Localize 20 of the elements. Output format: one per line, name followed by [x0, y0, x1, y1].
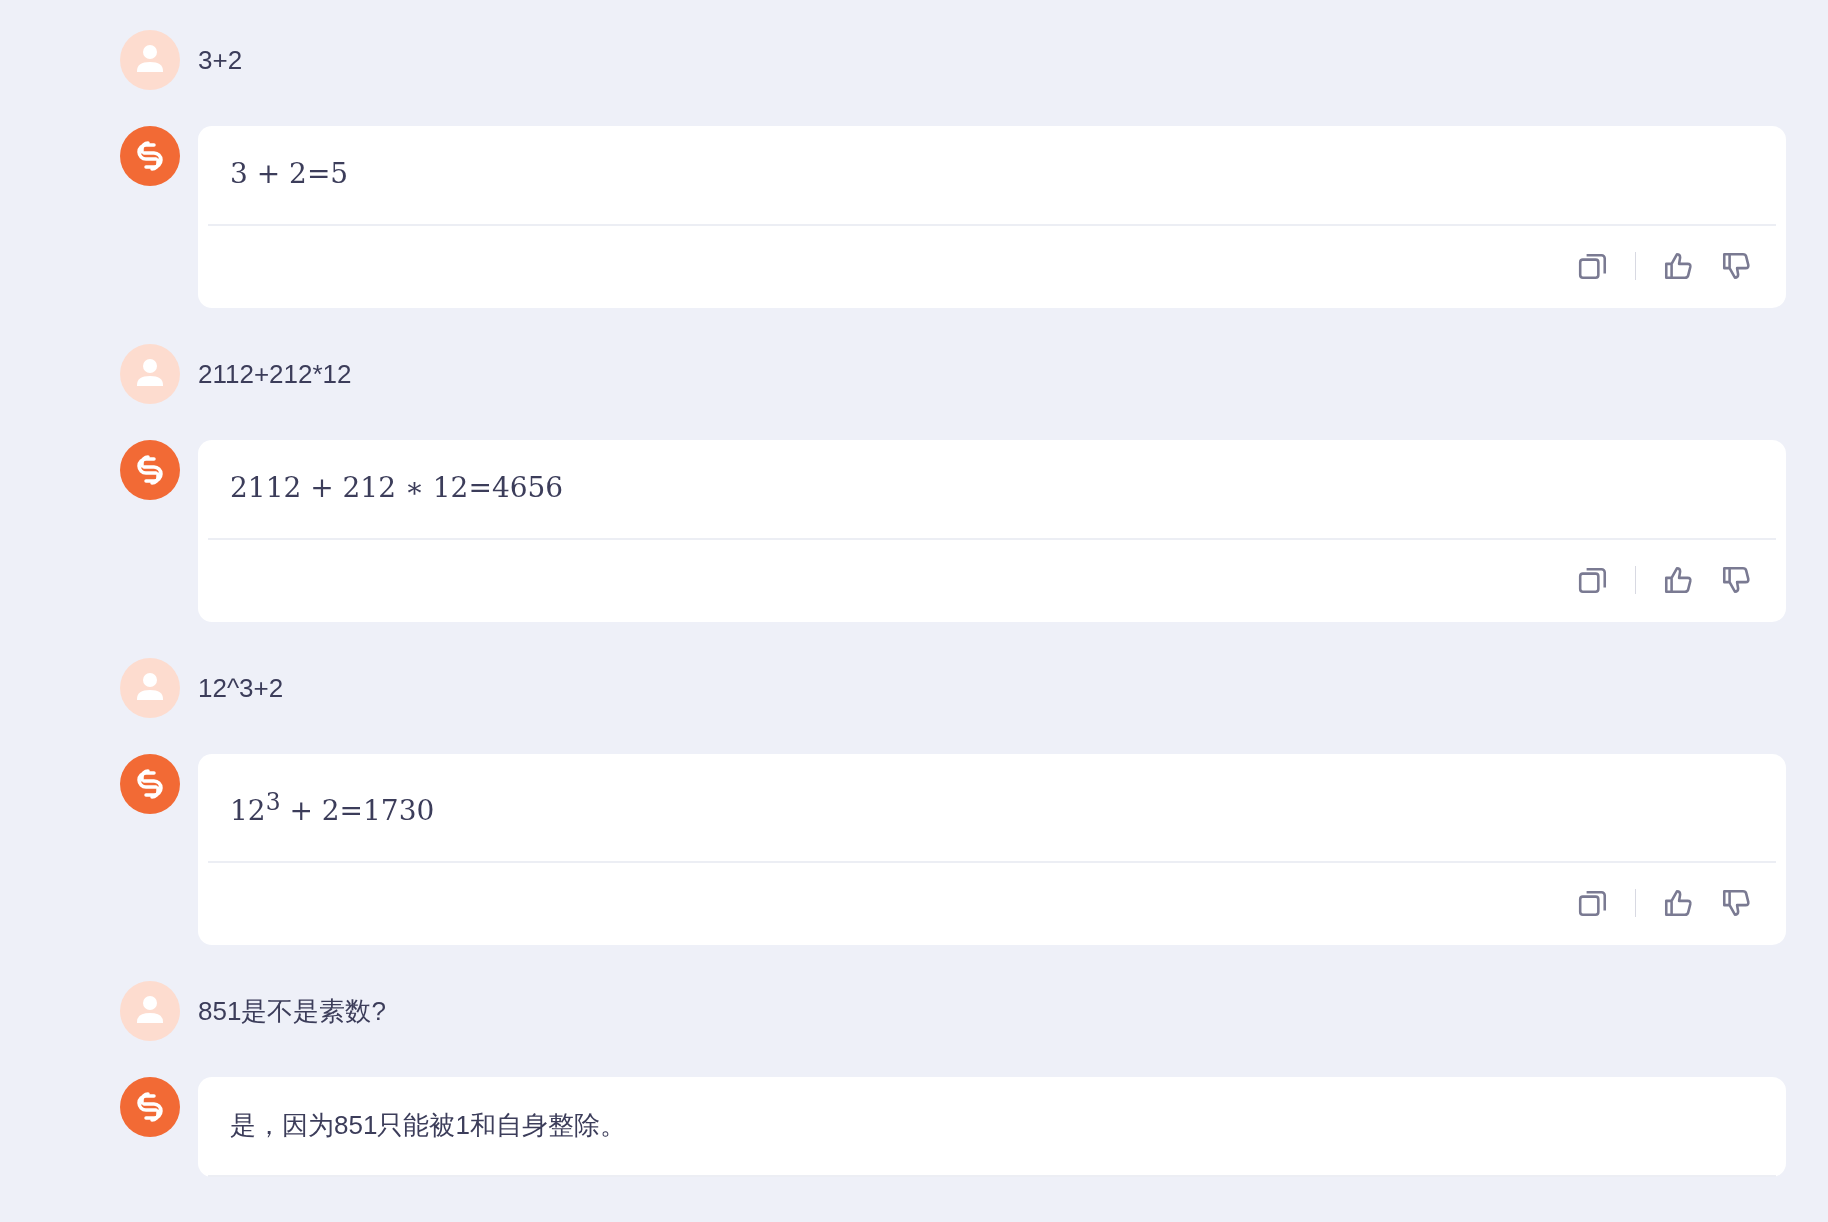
- user-avatar-icon: [120, 30, 180, 90]
- answer-text: 是，因为851只能被1和自身整除。: [229, 1109, 627, 1143]
- assistant-avatar-icon: [120, 1077, 180, 1138]
- user-message: 2112+212*12: [198, 358, 352, 390]
- user-avatar-icon: [120, 344, 180, 404]
- user-avatar-icon: [120, 658, 180, 718]
- assistant-avatar-icon: [120, 754, 180, 814]
- answer-text: 2112 + 212 ∗ 12=4656: [229, 470, 565, 506]
- assistant-avatar-icon: [120, 126, 180, 186]
- thumbs-down-icon[interactable]: [1720, 250, 1752, 282]
- answer-text: 3 + 2=5: [229, 156, 350, 192]
- thumbs-down-icon[interactable]: [1720, 564, 1752, 596]
- user-message: 12^3+2: [198, 672, 284, 704]
- thumbs-up-icon[interactable]: [1662, 564, 1694, 596]
- assistant-avatar-icon: [120, 440, 180, 500]
- thumbs-up-icon[interactable]: [1662, 250, 1694, 282]
- user-message: 851是不是素数?: [198, 994, 386, 1028]
- user-avatar-icon: [120, 981, 180, 1042]
- answer-text: 12$^{3}$ + 2=1730: [229, 787, 436, 830]
- user-message: 3+2: [198, 44, 243, 76]
